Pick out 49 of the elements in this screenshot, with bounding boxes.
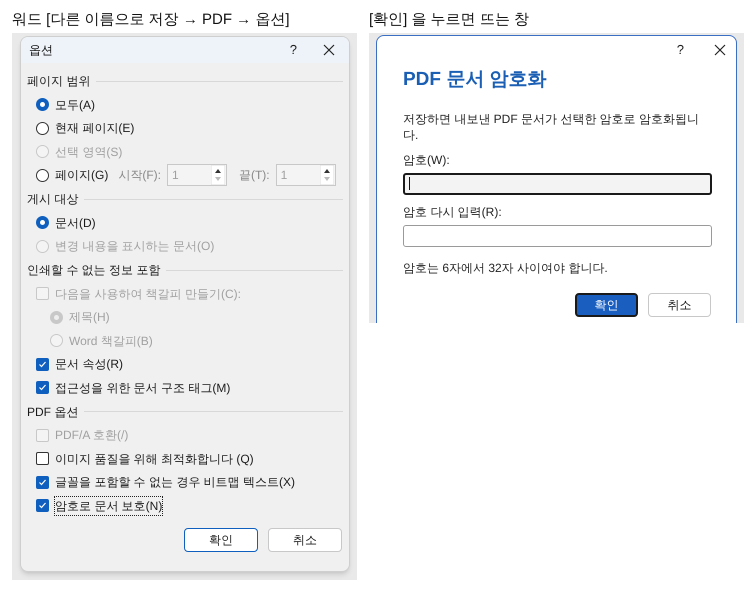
field-label: 암호 다시 입력(R):	[403, 204, 503, 220]
radio-button[interactable]	[36, 122, 49, 135]
option-label[interactable]: 문서(D)	[55, 214, 96, 232]
text-cursor	[409, 177, 410, 190]
checkmark-icon	[38, 478, 47, 487]
dialog-button[interactable]: 확인	[575, 292, 638, 316]
end-label: 끝(T):	[238, 167, 270, 184]
option-label[interactable]: 글꼴을 포함할 수 없는 경우 비트맵 텍스트(X)	[55, 473, 295, 492]
dialog-title: 옵션	[29, 42, 54, 59]
checkbox[interactable]	[36, 381, 49, 394]
description: 저장하면 내보낸 PDF 문서가 선택한 암호로 암호화됩니다.	[403, 110, 700, 142]
option-label[interactable]: 모두(A)	[55, 96, 95, 114]
help-button[interactable]: ?	[676, 40, 684, 60]
dialog-button[interactable]: 확인	[184, 528, 258, 552]
option-label[interactable]: 이미지 품질을 위해 최적화합니다 (Q)	[55, 450, 254, 468]
close-icon[interactable]	[714, 44, 726, 56]
option-label[interactable]: 현재 페이지(E)	[55, 119, 134, 138]
option-label[interactable]: 접근성을 위한 문서 구조 태그(M)	[55, 378, 230, 397]
checkmark-icon	[38, 383, 47, 392]
spin-arrows-icon[interactable]	[320, 165, 334, 186]
radio-button[interactable]	[36, 168, 49, 182]
option-label[interactable]: 암호로 문서 보호(N)	[55, 496, 162, 515]
checkbox[interactable]	[36, 452, 49, 466]
section-heading: PDF 옵션	[27, 404, 78, 420]
dialog-heading: PDF 문서 암호화	[403, 68, 548, 92]
checkbox[interactable]	[36, 358, 49, 371]
note: 암호는 6자에서 32자 사이여야 합니다.	[403, 260, 609, 276]
checkbox[interactable]	[36, 476, 49, 489]
section-heading: 게시 대상	[27, 191, 78, 208]
caption: [확인] 을 누르면 뜨는 창	[369, 10, 530, 30]
caption: 워드 [다른 이름으로 저장 → PDF → 옵션]	[12, 10, 291, 30]
dialog-button[interactable]: 취소	[268, 528, 342, 552]
field-label: 암호(W):	[403, 152, 451, 168]
start-label: 시작(F):	[118, 167, 161, 184]
checkbox[interactable]	[36, 499, 49, 512]
section-heading: 인쇄할 수 없는 정보 포함	[27, 262, 160, 279]
radio-button[interactable]	[36, 98, 49, 112]
help-button[interactable]: ?	[290, 40, 297, 60]
close-icon[interactable]	[323, 44, 335, 56]
spin-arrows-icon[interactable]	[210, 165, 225, 186]
section-heading: 페이지 범위	[27, 73, 90, 90]
checkmark-icon	[38, 501, 47, 510]
option-label[interactable]: 페이지(G)	[55, 166, 108, 184]
checkmark-icon	[38, 360, 47, 369]
password-field[interactable]	[403, 224, 712, 246]
dialog-button[interactable]: 취소	[648, 292, 711, 316]
password-field[interactable]	[403, 172, 712, 194]
option-label[interactable]: 문서 속성(R)	[55, 355, 123, 374]
radio-button[interactable]	[36, 216, 49, 230]
